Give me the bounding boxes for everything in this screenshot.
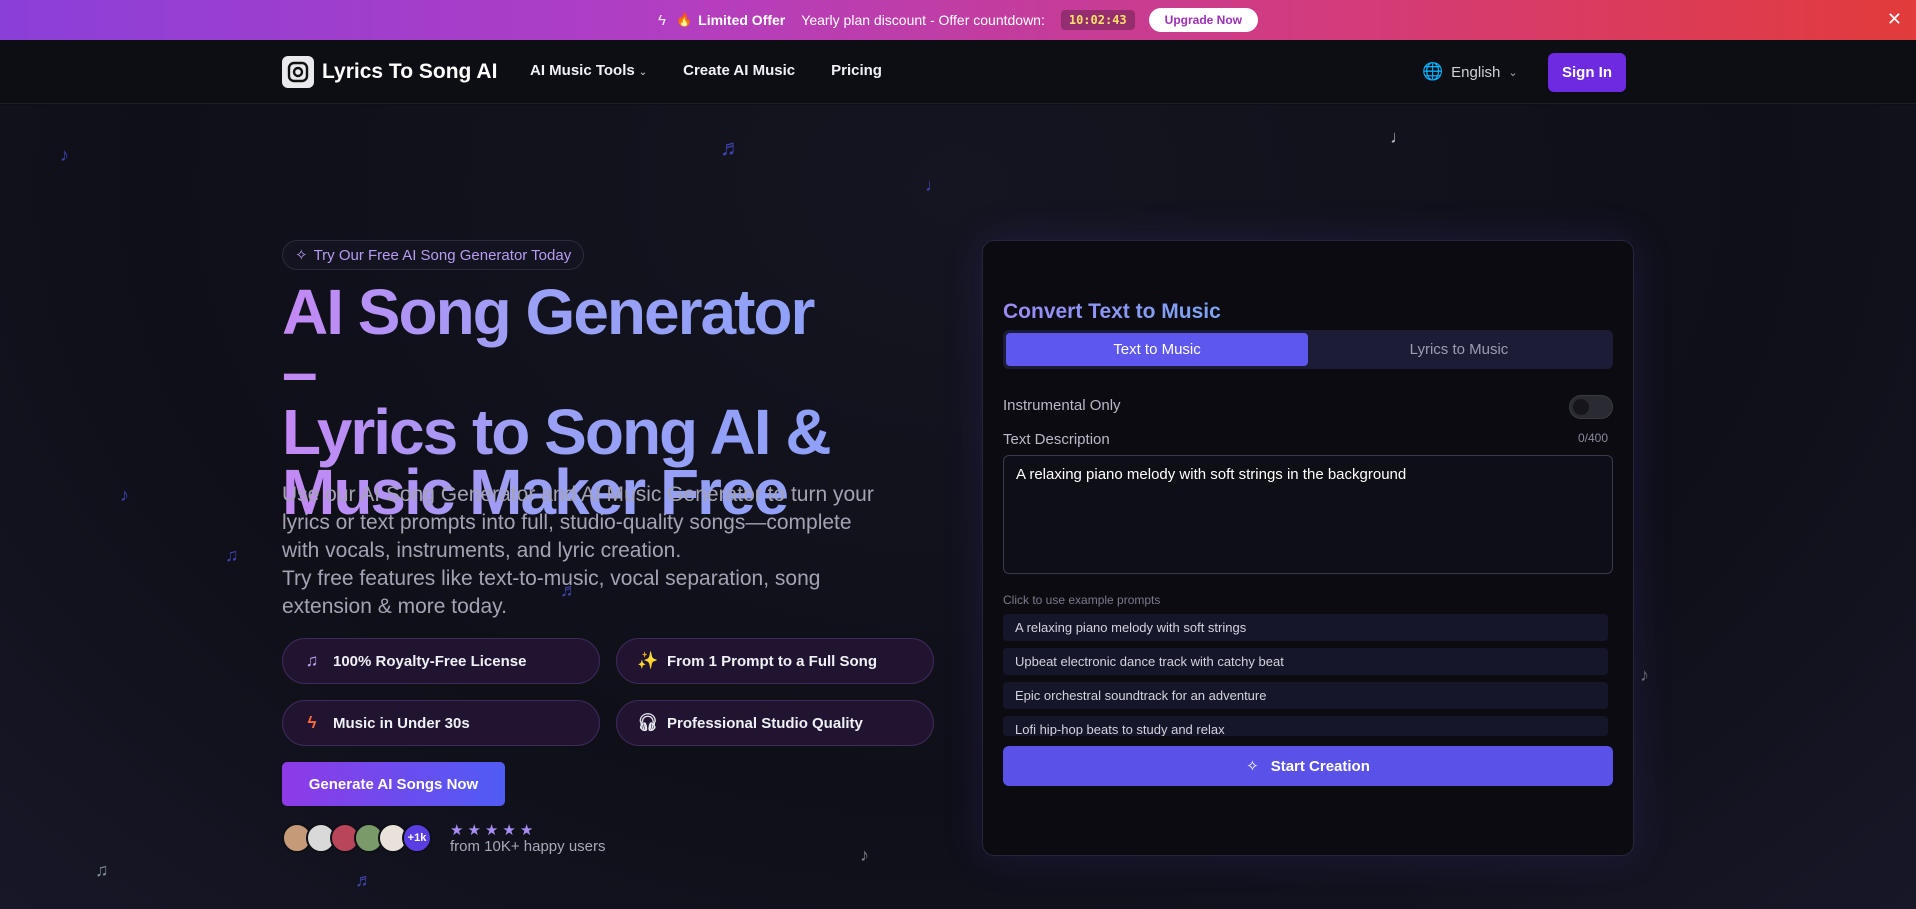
fire-icon: 🔥 — [675, 12, 693, 27]
sparkles-icon: ✨ — [637, 651, 659, 670]
instrumental-toggle[interactable] — [1569, 395, 1613, 419]
music-note-icon: ♩ — [1390, 127, 1408, 147]
sparkle-icon: ✧ — [1246, 758, 1259, 775]
feature-under-30s: ϟ Music in Under 30s — [282, 700, 600, 746]
examples-hint: Click to use example prompts — [1003, 593, 1161, 607]
hero-subtext: Use our AI Song Generator and AI Music G… — [282, 483, 874, 618]
language-label: English — [1451, 63, 1501, 81]
limited-offer-label: Limited Offer — [698, 12, 786, 28]
example-prompt[interactable]: Epic orchestral soundtrack for an advent… — [1003, 682, 1608, 709]
music-note-icon: ♪ — [860, 845, 869, 865]
upgrade-now-button[interactable]: Upgrade Now — [1148, 8, 1258, 32]
rating-stars: ★★★★★ — [450, 821, 537, 839]
promo-banner: ϟ 🔥 Limited Offer Yearly plan discount -… — [0, 0, 1916, 40]
music-note-icon: ♪ — [1640, 665, 1649, 685]
music-note-icon: ♪ — [120, 485, 129, 505]
star-icon: ★ — [502, 822, 520, 839]
nav-pricing[interactable]: Pricing — [831, 62, 882, 79]
character-counter: 0/400 — [1578, 431, 1609, 445]
feature-studio-quality: 🎧︎ Professional Studio Quality — [616, 700, 934, 746]
nav-create-ai-music[interactable]: Create AI Music — [683, 62, 795, 79]
mode-tabs: Text to Music Lyrics to Music — [1003, 330, 1613, 369]
headphones-icon: 🎧︎ — [637, 713, 659, 732]
example-prompt[interactable]: Lofi hip-hop beats to study and relax — [1003, 716, 1608, 736]
headline-line-1: AI Song Generator – — [282, 276, 814, 408]
globe-icon: 🌐 — [1422, 62, 1444, 81]
toggle-knob — [1573, 399, 1589, 415]
nav-ai-music-tools[interactable]: AI Music Tools ⌄ — [530, 62, 647, 79]
music-note-icon: ♫ — [305, 651, 319, 670]
happy-users-text: from 10K+ happy users — [450, 838, 606, 855]
brand-name: Lyrics To Song AI — [322, 60, 498, 83]
card-title: Convert Text to Music — [1003, 300, 1221, 323]
text-description-input[interactable]: A relaxing piano melody with soft string… — [1003, 455, 1613, 574]
free-generator-pill: ✧ Try Our Free AI Song Generator Today — [282, 240, 585, 270]
lightning-icon: ϟ — [307, 713, 317, 732]
music-note-icon: ♪ — [60, 145, 69, 165]
text-description-label: Text Description — [1003, 431, 1110, 448]
star-icon: ★ — [467, 822, 485, 839]
star-icon: ★ — [484, 822, 503, 839]
discount-text: Yearly plan discount - Offer countdown: — [801, 12, 1045, 28]
star-icon: ★ — [450, 822, 468, 839]
sign-in-button[interactable]: Sign In — [1548, 53, 1626, 92]
tab-lyrics-to-music[interactable]: Lyrics to Music — [1308, 333, 1610, 366]
user-avatars: +1k — [282, 823, 432, 853]
music-note-icon: ♫ — [225, 545, 239, 565]
star-icon: ★ — [519, 822, 538, 839]
top-navigation: Lyrics To Song AI AI Music Tools ⌄ Create… — [0, 40, 1916, 104]
start-creation-button[interactable]: ✧ Start Creation — [1003, 746, 1613, 786]
logo-icon — [282, 56, 314, 88]
example-prompt[interactable]: Upbeat electronic dance track with catch… — [1003, 648, 1608, 675]
language-selector[interactable]: 🌐 English ⌄ — [1422, 62, 1518, 82]
chevron-down-icon: ⌄ — [1508, 66, 1518, 79]
feature-royalty-free: ♫ 100% Royalty-Free License — [282, 638, 600, 684]
sparkle-icon: ✧ — [295, 247, 308, 264]
music-note-icon: ♫ — [95, 860, 109, 880]
feature-prompt-to-song: ✨ From 1 Prompt to a Full Song — [616, 638, 934, 684]
instrumental-label: Instrumental Only — [1003, 397, 1121, 414]
brand-logo[interactable]: Lyrics To Song AI — [282, 56, 497, 88]
music-note-icon: ♬ — [355, 870, 373, 890]
countdown-timer: 10:02:43 — [1060, 10, 1135, 30]
music-note-icon: ♬ — [720, 135, 742, 160]
lightning-icon: ϟ — [658, 11, 666, 29]
tab-text-to-music[interactable]: Text to Music — [1006, 333, 1308, 366]
close-icon[interactable]: ✕ — [1887, 9, 1902, 30]
example-prompt[interactable]: A relaxing piano melody with soft string… — [1003, 614, 1608, 641]
generate-songs-button[interactable]: Generate AI Songs Now — [282, 762, 505, 806]
more-users-badge: +1k — [402, 823, 432, 853]
music-note-icon: ♩ — [925, 175, 943, 195]
chevron-down-icon: ⌄ — [638, 67, 648, 78]
